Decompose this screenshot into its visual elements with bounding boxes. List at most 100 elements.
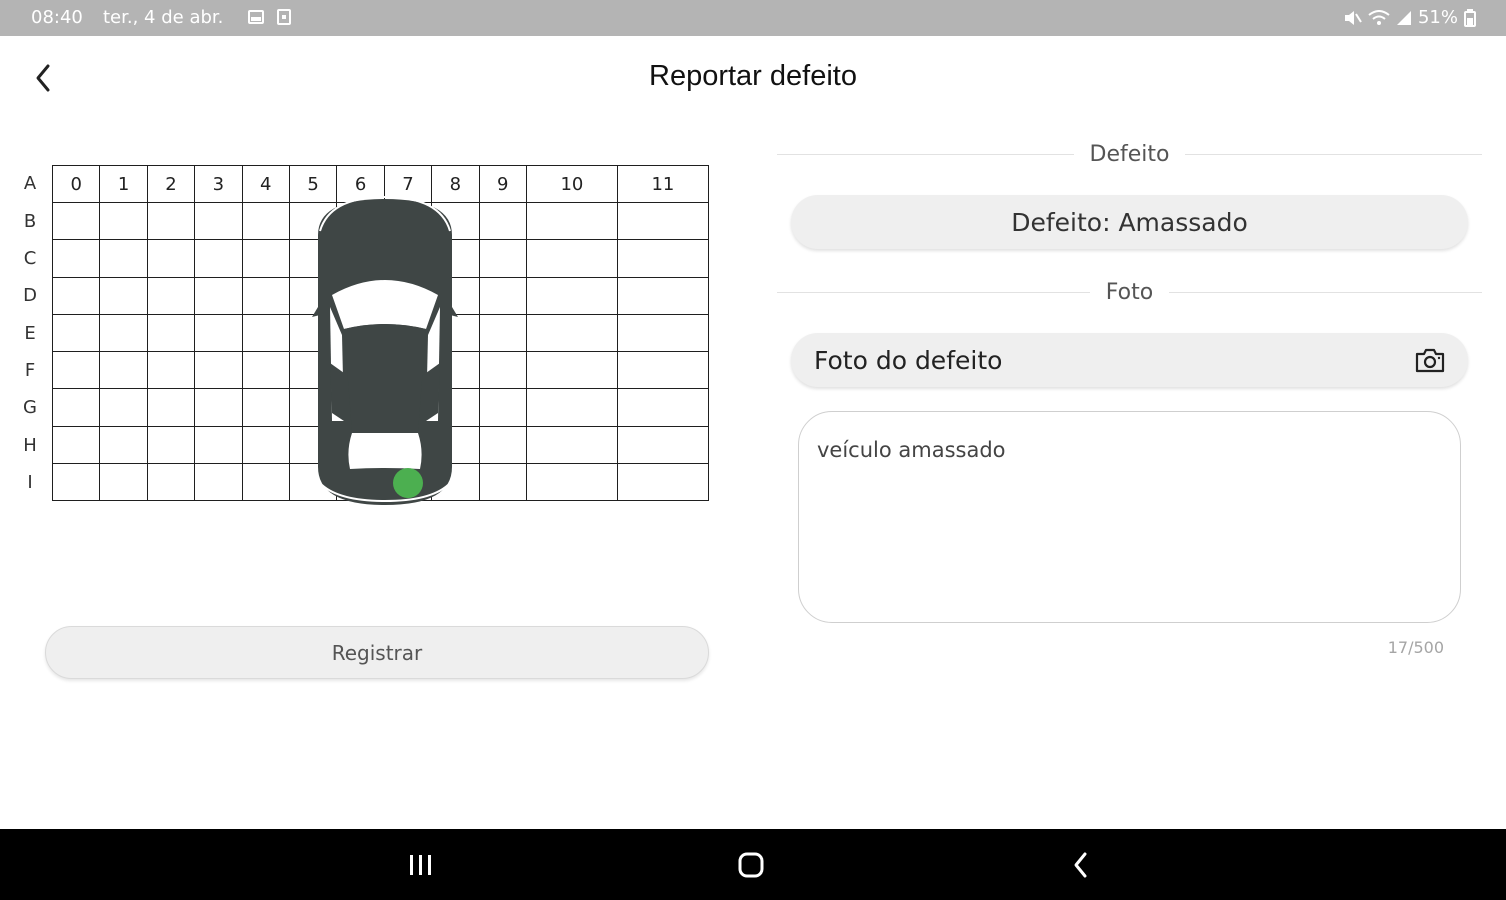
grid-cell[interactable]	[336, 276, 385, 315]
grid-cell[interactable]	[478, 351, 527, 390]
grid-cell[interactable]	[431, 462, 480, 502]
grid-cell[interactable]	[241, 462, 290, 502]
grid-cell[interactable]	[383, 388, 433, 427]
grid-cell[interactable]	[51, 276, 101, 315]
grid-cell[interactable]	[99, 425, 148, 464]
grid-cell[interactable]	[288, 462, 338, 502]
grid-cell[interactable]	[146, 313, 196, 353]
grid-cell[interactable]	[99, 351, 148, 390]
grid-cell[interactable]	[194, 202, 243, 241]
defect-type-select[interactable]: Defeito: Amassado	[791, 195, 1468, 249]
grid-cell[interactable]	[336, 388, 385, 427]
grid-cell[interactable]	[146, 202, 196, 241]
grid-cell[interactable]	[478, 462, 527, 502]
grid-cell[interactable]	[383, 351, 433, 390]
grid-cell[interactable]	[288, 202, 338, 241]
grid-cell[interactable]	[478, 276, 527, 315]
grid-cell[interactable]	[616, 425, 710, 464]
grid-cell[interactable]	[194, 425, 243, 464]
grid-cell[interactable]	[146, 388, 196, 427]
grid-cell[interactable]	[431, 388, 480, 427]
grid-cell[interactable]	[241, 388, 290, 427]
grid-cell[interactable]	[336, 202, 385, 241]
grid-cell[interactable]	[51, 462, 101, 502]
grid-cell[interactable]	[194, 276, 243, 315]
grid-cell[interactable]	[241, 239, 290, 278]
grid-cell[interactable]	[194, 462, 243, 502]
grid-cell[interactable]	[478, 388, 527, 427]
grid-cell[interactable]	[431, 202, 480, 241]
grid-cell[interactable]	[241, 202, 290, 241]
grid-cell[interactable]	[478, 239, 527, 278]
grid-cell[interactable]	[336, 313, 385, 353]
grid-cell[interactable]	[336, 425, 385, 464]
grid-cell[interactable]	[616, 462, 710, 502]
home-button[interactable]	[731, 847, 771, 883]
grid-cell[interactable]	[194, 388, 243, 427]
grid-cell[interactable]	[288, 313, 338, 353]
register-button[interactable]: Registrar	[45, 626, 709, 679]
grid-cell[interactable]	[431, 276, 480, 315]
grid-cell[interactable]	[241, 351, 290, 390]
grid-cell[interactable]	[146, 351, 196, 390]
grid-cell[interactable]	[99, 462, 148, 502]
grid-cell[interactable]	[525, 462, 618, 502]
grid-cell[interactable]	[288, 351, 338, 390]
grid-cell[interactable]	[336, 239, 385, 278]
grid-cell[interactable]	[288, 388, 338, 427]
grid-cell[interactable]	[99, 276, 148, 315]
grid-cell[interactable]	[241, 425, 290, 464]
grid-cell[interactable]	[288, 239, 338, 278]
grid-cell[interactable]	[616, 313, 710, 353]
grid-cell[interactable]	[194, 351, 243, 390]
grid-cell[interactable]	[99, 202, 148, 241]
photo-picker[interactable]: Foto do defeito	[791, 333, 1468, 387]
grid-cell[interactable]	[525, 351, 618, 390]
grid-cell[interactable]	[146, 462, 196, 502]
grid-cell[interactable]	[431, 425, 480, 464]
grid-cell[interactable]	[288, 425, 338, 464]
defect-marker[interactable]	[393, 468, 423, 498]
grid-cell[interactable]	[616, 202, 710, 241]
grid-cell[interactable]	[336, 351, 385, 390]
grid-cell[interactable]	[525, 276, 618, 315]
grid-cell[interactable]	[525, 239, 618, 278]
grid-cell[interactable]	[194, 239, 243, 278]
grid-cell[interactable]	[383, 313, 433, 353]
grid-cell[interactable]	[146, 276, 196, 315]
camera-icon[interactable]	[1414, 345, 1446, 375]
grid-cell[interactable]	[431, 313, 480, 353]
grid-cell[interactable]	[525, 313, 618, 353]
grid-cell[interactable]	[51, 351, 101, 390]
grid-cell[interactable]	[51, 388, 101, 427]
grid-cell[interactable]	[241, 313, 290, 353]
grid-cell[interactable]	[478, 202, 527, 241]
grid-cell[interactable]	[525, 388, 618, 427]
description-textarea[interactable]	[798, 411, 1461, 623]
grid-cell[interactable]	[616, 239, 710, 278]
grid-cell[interactable]	[616, 276, 710, 315]
grid-cell[interactable]	[431, 351, 480, 390]
grid-cell[interactable]	[478, 313, 527, 353]
grid-cell[interactable]	[525, 202, 618, 241]
grid-cell[interactable]	[146, 239, 196, 278]
grid-cell[interactable]	[383, 239, 433, 278]
system-back-button[interactable]	[1061, 847, 1101, 883]
grid-cell[interactable]	[431, 239, 480, 278]
grid-cell[interactable]	[241, 276, 290, 315]
grid-cell[interactable]	[51, 202, 101, 241]
grid-cell[interactable]	[99, 388, 148, 427]
grid-cell[interactable]	[525, 425, 618, 464]
grid-cell[interactable]	[194, 313, 243, 353]
recent-apps-button[interactable]	[401, 847, 441, 883]
grid-cell[interactable]	[146, 425, 196, 464]
grid-cell[interactable]	[478, 425, 527, 464]
grid-cell[interactable]	[51, 425, 101, 464]
grid-cell[interactable]	[51, 239, 101, 278]
grid-cell[interactable]	[383, 202, 433, 241]
grid-cell[interactable]	[99, 239, 148, 278]
grid-cell[interactable]	[51, 313, 101, 353]
grid-cell[interactable]	[99, 313, 148, 353]
grid-cell[interactable]	[288, 276, 338, 315]
grid-cell[interactable]	[383, 276, 433, 315]
